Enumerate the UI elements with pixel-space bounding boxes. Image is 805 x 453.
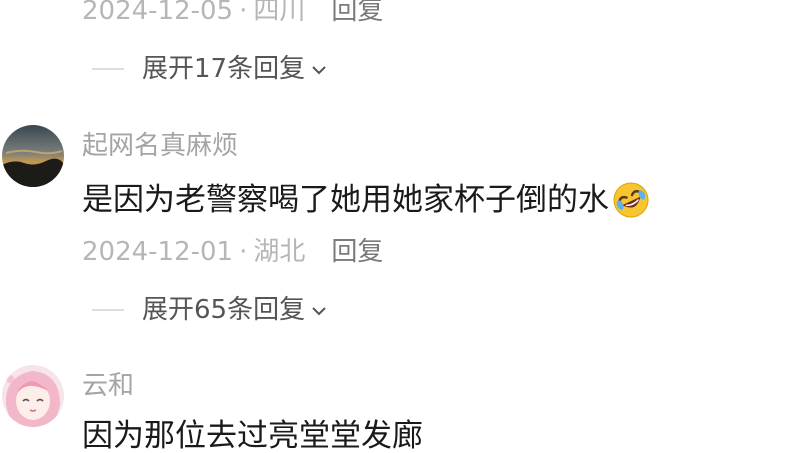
reply-button[interactable]: 回复 (331, 0, 383, 26)
comment-username[interactable]: 云和 (82, 373, 134, 399)
chevron-down-icon (312, 307, 326, 316)
expand-replies-label: 展开65条回复 (142, 295, 306, 325)
comment-list: 2024-12-05 · 四川 回复 展开17条回复 起网名真麻烦 是因为老警察喝了 (0, 0, 805, 453)
chevron-down-icon (312, 66, 326, 75)
expand-replies-button[interactable]: 展开17条回复 (92, 56, 327, 82)
reply-button[interactable]: 回复 (331, 237, 383, 267)
avatar[interactable] (2, 365, 64, 427)
meta-separator: · (239, 237, 248, 267)
expand-divider-line (92, 68, 124, 70)
comment-username[interactable]: 起网名真麻烦 (82, 133, 238, 159)
rolling-on-floor-laughing-emoji (613, 182, 649, 218)
meta-separator: · (239, 0, 248, 26)
avatar-landscape-image (2, 125, 64, 187)
expand-replies-label: 展开17条回复 (142, 54, 306, 84)
comment-meta: 2024-12-01 · 湖北 回复 (82, 239, 383, 265)
comment-date: 2024-12-01 (82, 237, 234, 267)
avatar-anime-girl-image (2, 365, 64, 427)
expand-divider-line (92, 309, 124, 311)
avatar[interactable] (2, 125, 64, 187)
comment-text: 是因为老警察喝了她用她家杯子倒的水 (82, 180, 651, 220)
comment-date: 2024-12-05 (82, 0, 234, 26)
comment-location: 四川 (253, 0, 306, 26)
comment-text-body: 是因为老警察喝了她用她家杯子倒的水 (82, 181, 609, 218)
comment-location: 湖北 (253, 237, 306, 267)
comment-text: 因为那位去过亮堂堂发廊 (82, 421, 423, 452)
expand-replies-button[interactable]: 展开65条回复 (92, 297, 327, 323)
comment-text-body: 因为那位去过亮堂堂发廊 (82, 418, 423, 453)
comment-meta: 2024-12-05 · 四川 回复 (82, 0, 383, 24)
